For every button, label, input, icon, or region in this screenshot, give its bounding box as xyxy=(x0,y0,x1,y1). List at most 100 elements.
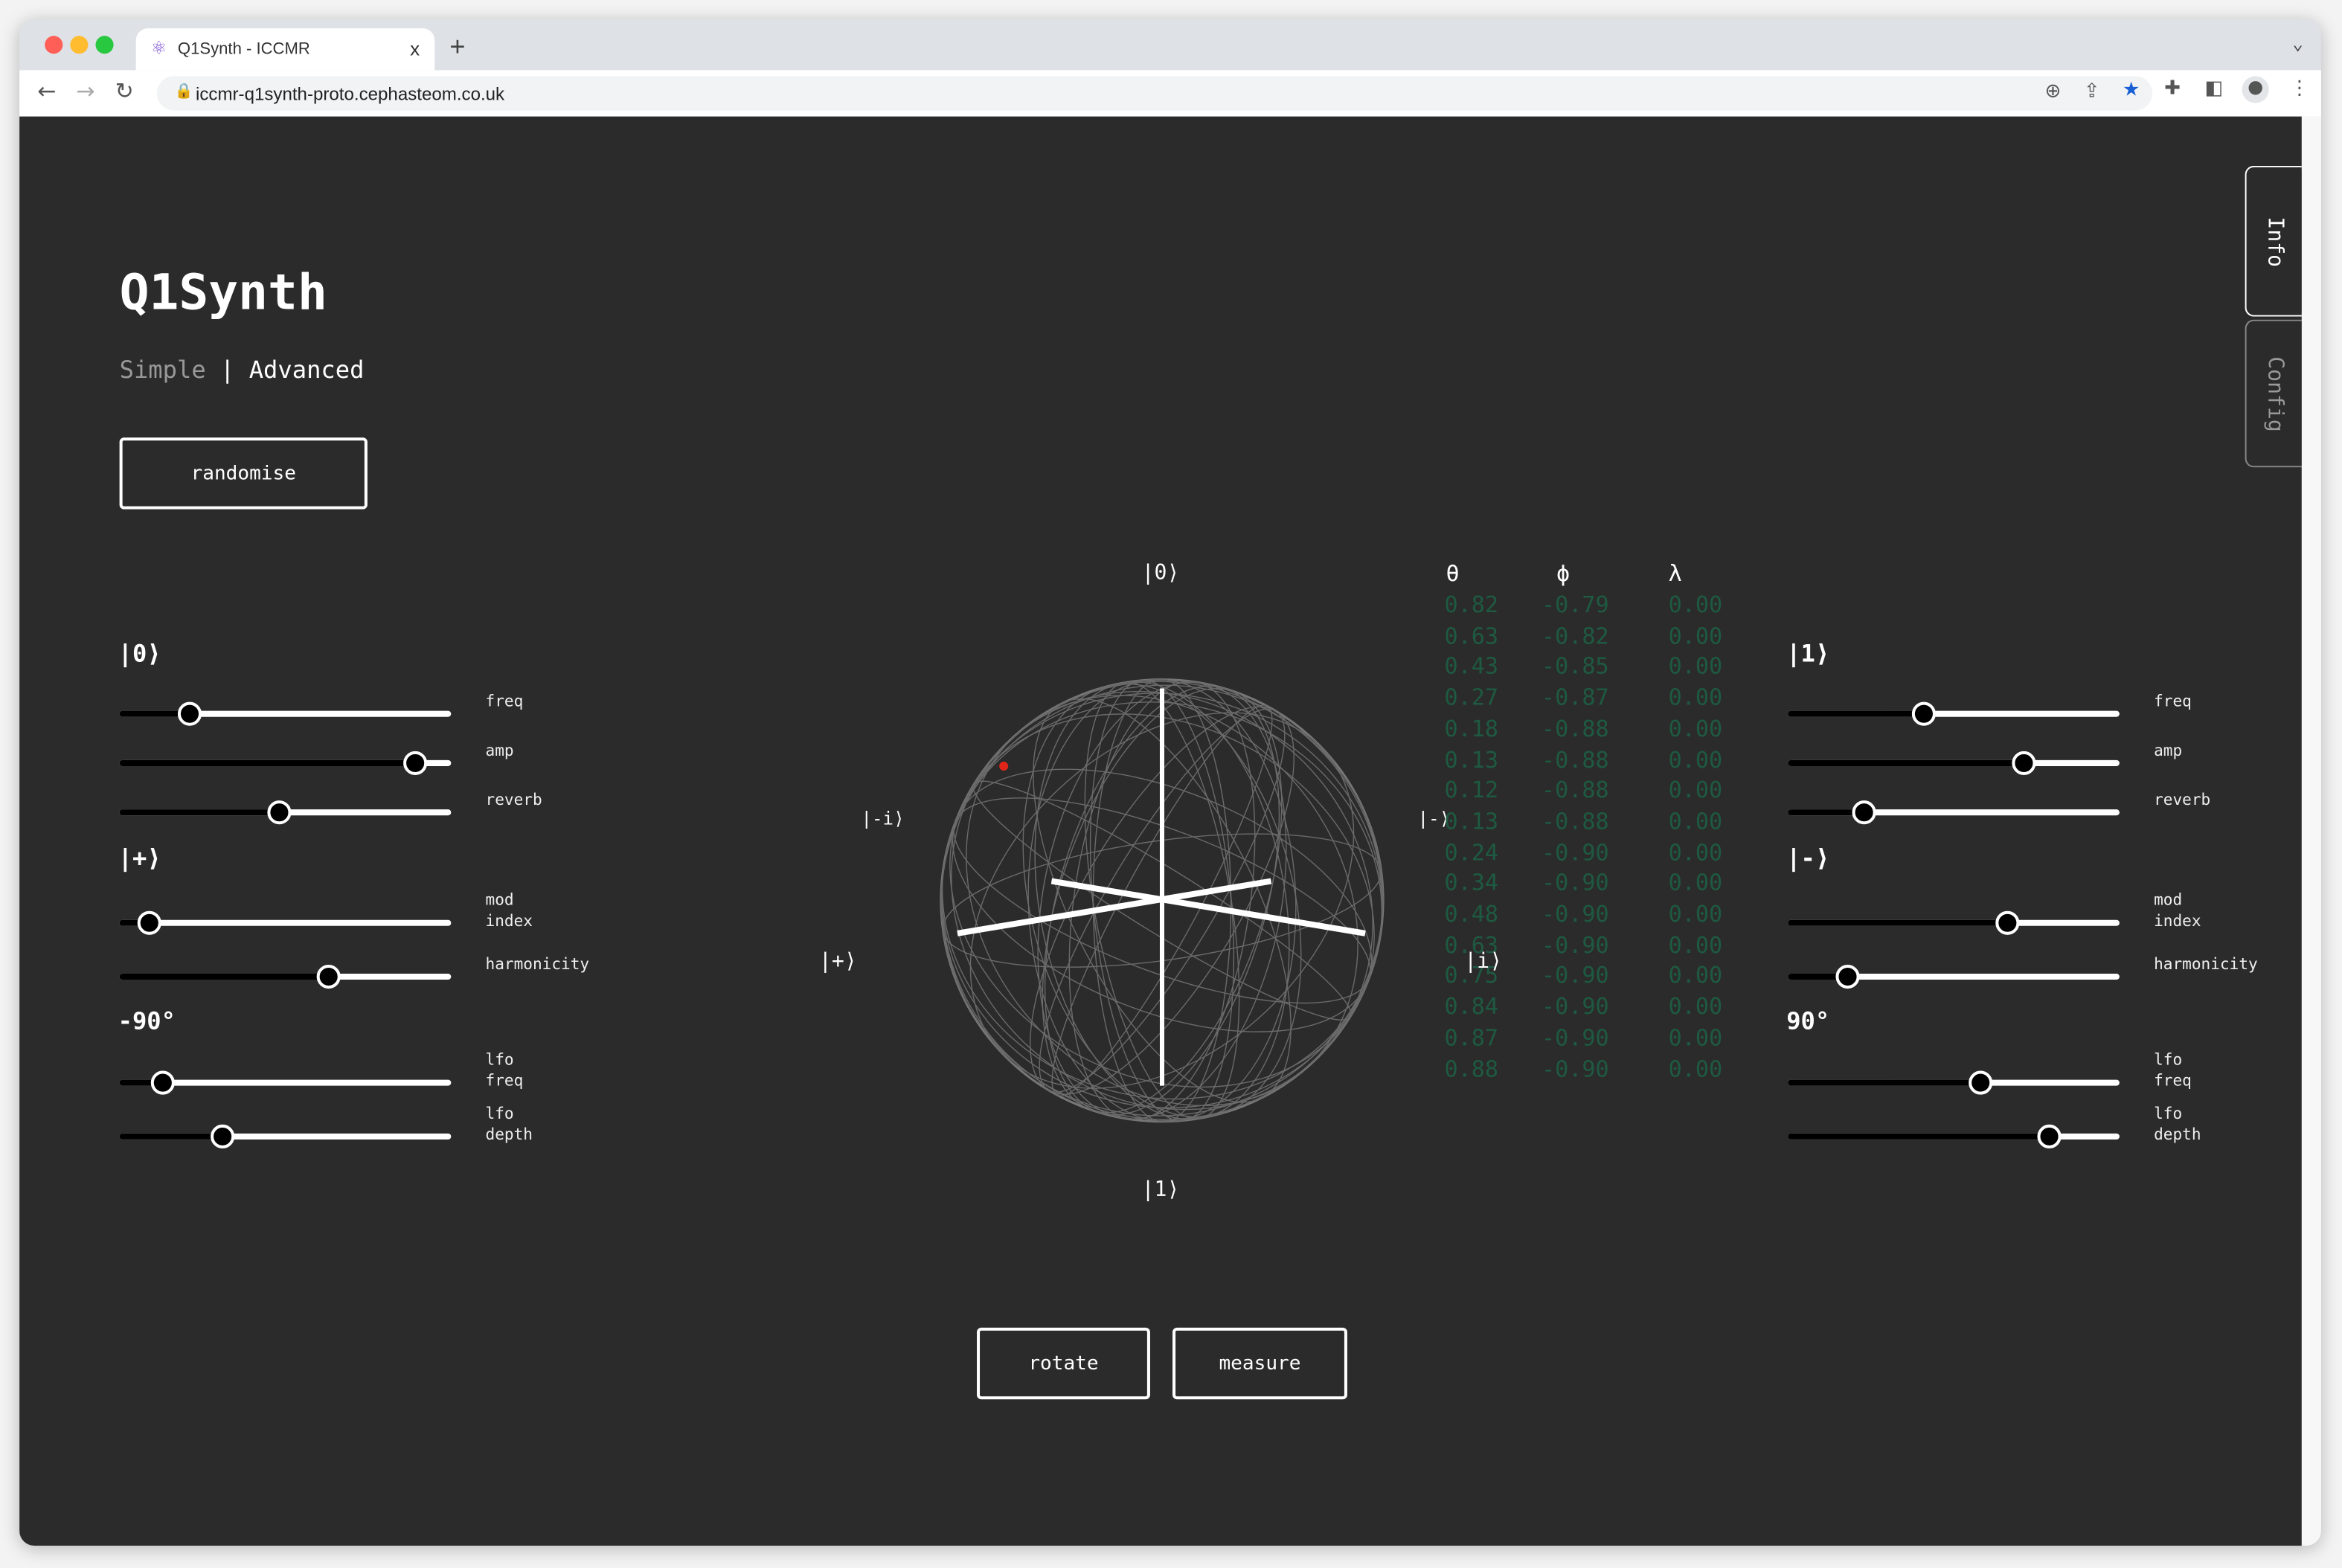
extensions-icon[interactable]: ✚ xyxy=(2164,77,2181,100)
forward-icon[interactable]: → xyxy=(76,77,94,104)
slider-knob[interactable] xyxy=(1995,910,2019,935)
slider-knob[interactable] xyxy=(150,1070,175,1095)
tab-bar: ⚛ Q1Synth - ICCMR x + ⌄ xyxy=(19,19,2321,71)
table-cell: 0.18 xyxy=(1444,715,1498,742)
slider-label: lfo freq xyxy=(2154,1051,2192,1090)
scrollbar[interactable] xyxy=(2301,116,2321,1546)
config-tab[interactable]: Config xyxy=(2245,319,2302,468)
browser-tab[interactable]: ⚛ Q1Synth - ICCMR x xyxy=(135,28,435,71)
table-cell: 0.43 xyxy=(1444,653,1498,681)
harmonicity-slider[interactable] xyxy=(1788,964,2120,989)
reverb-slider[interactable] xyxy=(119,800,452,825)
slider-label: mod index xyxy=(485,891,533,931)
slider-knob[interactable] xyxy=(266,800,291,825)
table-cell: -0.79 xyxy=(1541,591,1609,619)
slider-label: mod index xyxy=(2154,891,2201,931)
new-tab-button[interactable]: + xyxy=(449,31,465,62)
address-bar[interactable]: 🔒 iccmr-q1synth-proto.cephasteom.co.uk ⊕… xyxy=(156,76,2153,111)
slider-label: freq xyxy=(2154,693,2192,711)
tab-close-button[interactable]: x xyxy=(410,37,420,60)
amp-slider[interactable] xyxy=(119,751,452,775)
lfo-depth-slider[interactable] xyxy=(119,1124,452,1148)
axis-label-minus-i: |-i⟩ xyxy=(861,808,905,829)
freq-slider[interactable] xyxy=(1788,701,2120,726)
table-cell: -0.90 xyxy=(1541,962,1609,989)
bookmark-star-icon[interactable]: ★ xyxy=(2123,79,2140,101)
slider-fill xyxy=(1788,919,2007,926)
slider-knob[interactable] xyxy=(137,910,161,935)
slider-fill xyxy=(1788,1133,2050,1140)
slider-label: lfo freq xyxy=(485,1051,524,1090)
profile-icon[interactable]: ● xyxy=(2242,76,2269,103)
table-cell: 0.00 xyxy=(1668,684,1723,711)
slider-fill xyxy=(119,809,279,816)
slider-knob[interactable] xyxy=(1968,1070,1992,1095)
slider-knob[interactable] xyxy=(210,1124,234,1148)
slider-knob[interactable] xyxy=(1852,800,1876,825)
table-cell: 0.34 xyxy=(1444,870,1498,897)
table-cell: 0.00 xyxy=(1668,838,1723,866)
group-heading: |0⟩ xyxy=(118,639,161,668)
slider-knob[interactable] xyxy=(2038,1124,2062,1148)
table-cell: -0.90 xyxy=(1541,900,1609,928)
rotate-button[interactable]: rotate xyxy=(977,1327,1150,1400)
group-heading: -90° xyxy=(118,1006,176,1035)
screen: ⚛ Q1Synth - ICCMR x + ⌄ ← → ↻ 🔒 iccmr-q1… xyxy=(0,0,2342,1568)
table-cell: 0.00 xyxy=(1668,745,1723,773)
harmonicity-slider[interactable] xyxy=(119,964,452,989)
bloch-sphere[interactable] xyxy=(916,654,1409,1147)
minimize-window-button[interactable] xyxy=(70,36,89,54)
info-tab-label: Info xyxy=(2262,216,2286,267)
maximize-window-button[interactable] xyxy=(95,36,114,54)
table-cell: -0.90 xyxy=(1541,838,1609,866)
browser-window: ⚛ Q1Synth - ICCMR x + ⌄ ← → ↻ 🔒 iccmr-q1… xyxy=(19,19,2321,1546)
table-cell: 0.00 xyxy=(1668,591,1723,619)
close-window-button[interactable] xyxy=(45,36,63,54)
lfo-depth-slider[interactable] xyxy=(1788,1124,2120,1148)
mod-index-slider[interactable] xyxy=(1788,910,2120,935)
randomise-button[interactable]: randomise xyxy=(119,437,368,510)
slider-knob[interactable] xyxy=(316,964,341,989)
slider-knob[interactable] xyxy=(177,701,202,726)
slider-fill xyxy=(1788,1079,1980,1086)
slider-knob[interactable] xyxy=(1911,701,1937,726)
config-tab-label: Config xyxy=(2262,356,2286,431)
table-cell: 0.00 xyxy=(1668,653,1723,681)
mode-simple-link[interactable]: Simple xyxy=(120,356,206,384)
tab-search-chevron-icon[interactable]: ⌄ xyxy=(2292,33,2303,54)
table-cell: 0.48 xyxy=(1444,900,1498,928)
table-cell: -0.85 xyxy=(1541,653,1609,681)
zoom-icon[interactable]: ⊕ xyxy=(2045,80,2062,103)
lock-icon: 🔒 xyxy=(174,83,193,100)
amp-slider[interactable] xyxy=(1788,751,2120,775)
back-icon[interactable]: ← xyxy=(37,77,56,104)
table-cell: 0.00 xyxy=(1668,1024,1723,1052)
table-cell: 0.00 xyxy=(1668,622,1723,649)
freq-slider[interactable] xyxy=(119,701,452,726)
tab-title: Q1Synth - ICCMR xyxy=(177,40,310,59)
reverb-slider[interactable] xyxy=(1788,800,2120,825)
table-cell: 0.00 xyxy=(1668,870,1723,897)
table-cell: -0.90 xyxy=(1541,993,1609,1021)
slider-label: lfo depth xyxy=(2154,1105,2201,1144)
table-cell: 0.82 xyxy=(1444,591,1498,619)
side-panel-icon[interactable]: ◧ xyxy=(2204,77,2223,100)
info-tab[interactable]: Info xyxy=(2245,165,2302,317)
reload-icon[interactable]: ↻ xyxy=(115,77,134,104)
slider-label: freq xyxy=(485,693,524,711)
mode-advanced-link[interactable]: Advanced xyxy=(249,356,365,384)
lfo-freq-slider[interactable] xyxy=(1788,1070,2120,1095)
table-cell: -0.88 xyxy=(1541,777,1609,804)
menu-icon[interactable]: ⋮ xyxy=(2290,77,2309,100)
slider-knob[interactable] xyxy=(2011,751,2035,775)
table-cell: -0.90 xyxy=(1541,931,1609,959)
table-cell: -0.88 xyxy=(1541,715,1609,742)
slider-fill xyxy=(119,1133,222,1140)
lfo-freq-slider[interactable] xyxy=(119,1070,452,1095)
slider-knob[interactable] xyxy=(402,751,427,775)
slider-knob[interactable] xyxy=(1835,964,1860,989)
app-title: Q1Synth xyxy=(119,263,327,321)
mod-index-slider[interactable] xyxy=(119,910,452,935)
measure-button[interactable]: measure xyxy=(1172,1327,1347,1400)
share-icon[interactable]: ⇪ xyxy=(2084,80,2100,103)
